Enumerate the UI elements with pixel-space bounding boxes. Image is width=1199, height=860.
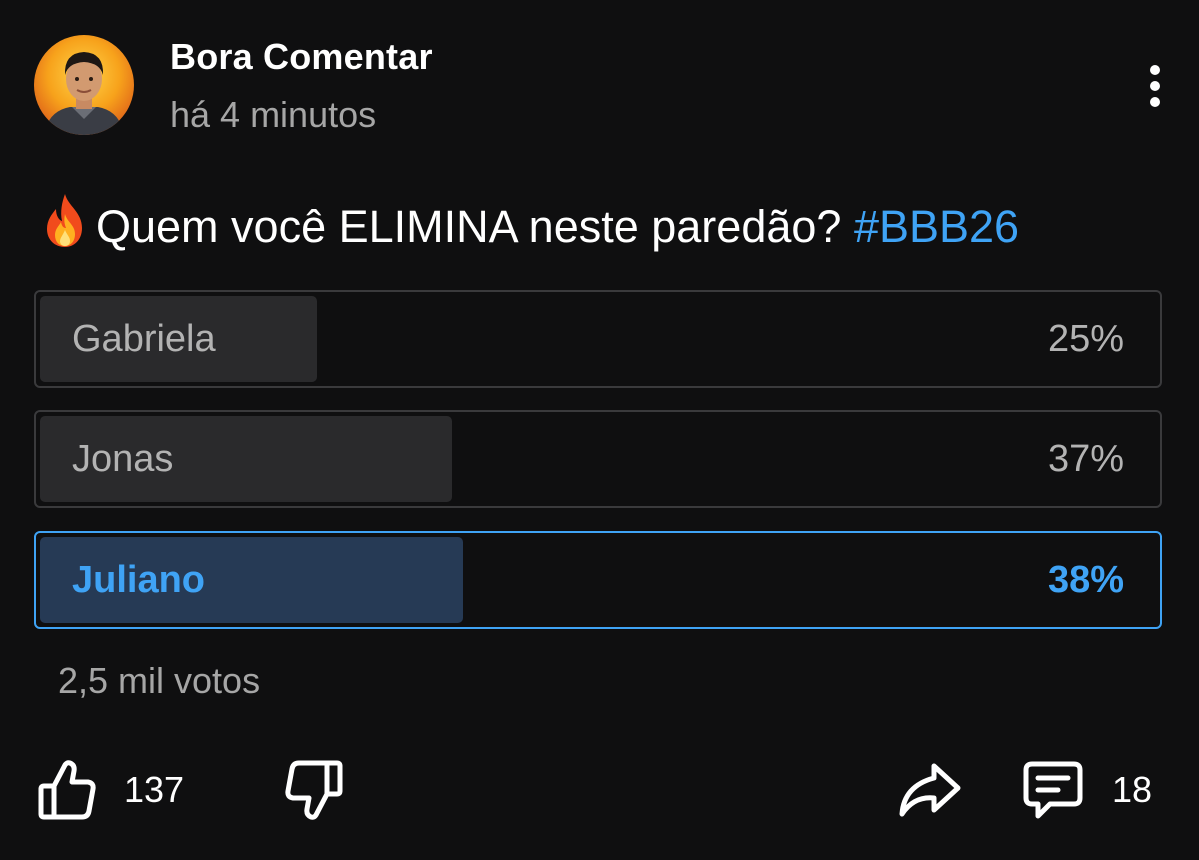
fire-icon [40, 192, 90, 259]
poll-vote-count: 2,5 mil votos [58, 660, 261, 701]
like-button[interactable]: 137 [38, 750, 184, 830]
thumbs-down-icon [285, 760, 343, 820]
post-question: Quem você ELIMINA neste paredão? #BBB26 [40, 192, 1019, 259]
thumbs-up-icon [38, 760, 96, 820]
share-icon [899, 763, 961, 817]
question-text: Quem você ELIMINA neste paredão? [96, 201, 842, 252]
poll-option-label: Gabriela [72, 318, 216, 360]
more-vertical-icon [1150, 65, 1160, 107]
like-count: 137 [124, 769, 185, 810]
poll-option-gabriela[interactable]: Gabriela 25% [34, 290, 1162, 388]
post-card: Bora Comentar há 4 minutos Quem você ELI… [0, 0, 1199, 860]
poll-option-percent: 25% [1047, 318, 1124, 360]
comment-icon [1023, 761, 1083, 819]
post-timestamp: há 4 minutos [170, 94, 377, 135]
poll-option-jonas[interactable]: Jonas 37% [34, 410, 1162, 508]
poll-option-juliano[interactable]: Juliano 38% [34, 531, 1162, 629]
poll-option-percent: 37% [1047, 438, 1124, 480]
share-button[interactable] [898, 750, 962, 830]
more-options-button[interactable] [1140, 62, 1170, 110]
poll-option-label: Juliano [72, 559, 206, 601]
author-name[interactable]: Bora Comentar [170, 36, 433, 78]
comment-count: 18 [1112, 769, 1153, 810]
hashtag-link[interactable]: #BBB26 [854, 201, 1019, 252]
poll-option-percent: 38% [1047, 559, 1124, 601]
comment-button[interactable]: 18 [1022, 750, 1152, 830]
avatar[interactable] [34, 35, 134, 135]
poll-option-label: Jonas [72, 438, 174, 480]
dislike-button[interactable] [285, 750, 343, 830]
